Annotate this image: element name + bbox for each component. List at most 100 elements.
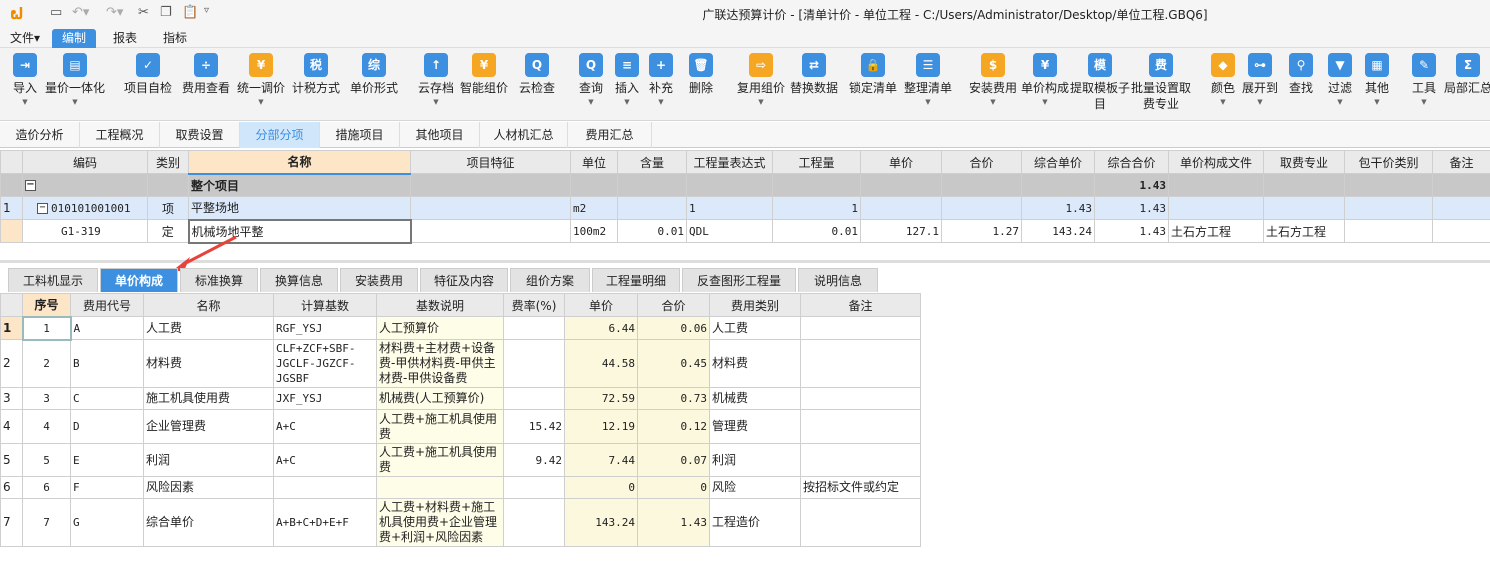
price-cell[interactable]: 12.19 <box>564 409 638 444</box>
toolbar-button-3[interactable]: ÷ 费用查看 <box>176 53 236 96</box>
rate-cell[interactable]: 15.42 <box>503 409 565 444</box>
code-cell[interactable]: −010101001001 <box>22 196 148 220</box>
tab-1[interactable]: 工程概况 <box>80 122 160 148</box>
row-number[interactable]: 1 <box>0 316 23 340</box>
toolbar-button-5[interactable]: 税计税方式 <box>286 53 346 96</box>
seq-cell[interactable]: 2 <box>22 339 71 388</box>
qty-cell[interactable]: 0.01 <box>772 219 861 243</box>
column-header[interactable]: 工程量表达式 <box>686 150 773 174</box>
column-header[interactable]: 含量 <box>617 150 687 174</box>
seq-cell[interactable]: 5 <box>22 443 71 477</box>
bottom-tab-5[interactable]: 特征及内容 <box>420 268 508 292</box>
code-cell[interactable]: E <box>70 443 144 477</box>
category-cell[interactable]: 工程造价 <box>709 498 801 547</box>
name-cell[interactable]: 人工费 <box>143 316 274 340</box>
rate-cell[interactable] <box>503 387 565 410</box>
category-cell[interactable]: 材料费 <box>709 339 801 388</box>
amount-cell[interactable]: 0.73 <box>637 387 710 410</box>
toolbar-button-4[interactable]: ¥ 统一调价 ▼ <box>231 53 291 108</box>
bottom-tab-4[interactable]: 安装费用 <box>340 268 418 292</box>
unit-total-cell[interactable]: 143.24 <box>1021 219 1095 243</box>
row-number[interactable]: 7 <box>0 498 23 547</box>
column-header[interactable]: 费用类别 <box>709 293 801 317</box>
amount-cell[interactable]: 0.07 <box>637 443 710 477</box>
bottom-tab-2[interactable]: 标准换算 <box>180 268 258 292</box>
remark-cell[interactable] <box>800 498 921 547</box>
base-cell[interactable]: A+B+C+D+E+F <box>273 498 377 547</box>
row-number[interactable]: 4 <box>0 409 23 444</box>
toolbar-button-18[interactable]: $ 安装费用 ▼ <box>963 53 1023 108</box>
column-header[interactable]: 计算基数 <box>273 293 377 317</box>
qty-cell[interactable]: 1 <box>772 196 861 220</box>
toolbar-button-21[interactable]: 费批量设置取费专业 <box>1131 53 1191 112</box>
bottom-tab-6[interactable]: 组价方案 <box>510 268 590 292</box>
seq-cell[interactable]: 7 <box>22 498 71 547</box>
remark-cell[interactable] <box>800 443 921 477</box>
tab-2[interactable]: 取费设置 <box>160 122 240 148</box>
table-row[interactable]: 1−010101001001 项平整场地 m2 1 1 1.43 1.43 <box>0 196 1490 220</box>
table-row[interactable]: 5 5 E 利润 A+C 人工费+施工机具使用费 9.42 7.44 0.07 利润 <box>0 443 921 477</box>
name-cell[interactable]: 风险因素 <box>143 476 274 499</box>
name-cell[interactable]: 综合单价 <box>143 498 274 547</box>
menu-index[interactable]: 指标 <box>153 29 197 48</box>
row-number[interactable]: 5 <box>0 443 23 477</box>
toolbar-button-9[interactable]: Q 云检查 <box>507 53 567 96</box>
empty-cell[interactable] <box>1344 219 1433 243</box>
base-desc-cell[interactable]: 机械费(人工预算价) <box>376 387 504 410</box>
table-row[interactable]: 6 6 F 风险因素 0 0 风险 按招标文件或约定 <box>0 476 921 499</box>
base-desc-cell[interactable]: 人工费+施工机具使用费 <box>376 409 504 444</box>
base-cell[interactable] <box>273 476 377 499</box>
seq-cell[interactable]: 1 <box>21 315 72 341</box>
empty-cell[interactable] <box>410 219 571 243</box>
expr-cell[interactable]: QDL <box>686 219 773 243</box>
code-cell[interactable]: B <box>70 339 144 388</box>
remark-cell[interactable]: 按招标文件或约定 <box>800 476 921 499</box>
bottom-tab-1[interactable]: 单价构成 <box>100 268 178 292</box>
code-cell[interactable]: D <box>70 409 144 444</box>
toolbar-button-15[interactable]: ⇄ 替换数据 <box>784 53 844 96</box>
price-cell[interactable]: 7.44 <box>564 443 638 477</box>
amount-cell[interactable]: 0.06 <box>637 316 710 340</box>
column-header[interactable]: 编码 <box>22 150 148 174</box>
base-cell[interactable]: A+C <box>273 409 377 444</box>
table-row[interactable]: 3 3 C 施工机具使用费 JXF_YSJ 机械费(人工预算价) 72.59 0.73 机械费 <box>0 387 921 410</box>
expr-cell[interactable]: 1 <box>686 196 773 220</box>
collapse-icon[interactable]: − <box>37 203 48 214</box>
amount-cell[interactable]: 0 <box>637 476 710 499</box>
base-desc-cell[interactable]: 人工预算价 <box>376 316 504 340</box>
file-cell[interactable]: 土石方工程 <box>1168 219 1264 243</box>
toolbar-button-6[interactable]: 综单价形式 <box>344 53 404 96</box>
base-desc-cell[interactable] <box>376 476 504 499</box>
menu-edit[interactable]: 编制 <box>52 29 97 48</box>
sum-cell[interactable]: 1.27 <box>941 219 1022 243</box>
file-cell[interactable] <box>1168 196 1264 220</box>
seq-cell[interactable]: 4 <box>22 409 71 444</box>
base-desc-cell[interactable]: 材料费+主材费+设备费-甲供材料费-甲供主材费-甲供设备费 <box>376 339 504 388</box>
toolbar-button-20[interactable]: 模提取模板子目 <box>1070 53 1130 112</box>
type-cell[interactable]: 项 <box>147 196 189 220</box>
toolbar-button-17[interactable]: ☰ 整理清单 ▼ <box>898 53 958 108</box>
content-cell[interactable] <box>617 196 687 220</box>
toolbar-button-13[interactable]: 🗑 删除 <box>671 53 731 96</box>
total-cell[interactable]: 1.43 <box>1094 219 1169 243</box>
column-header[interactable]: 综合单价 <box>1021 150 1095 174</box>
code-cell[interactable]: F <box>70 476 144 499</box>
category-cell[interactable]: 利润 <box>709 443 801 477</box>
name-cell[interactable]: 利润 <box>143 443 274 477</box>
row-number[interactable]: 6 <box>0 476 23 499</box>
column-header[interactable]: 费率(%) <box>503 293 565 317</box>
rate-cell[interactable]: 9.42 <box>503 443 565 477</box>
bottom-tab-9[interactable]: 说明信息 <box>798 268 878 292</box>
column-header[interactable]: 名称 <box>188 150 411 175</box>
unit-total-cell[interactable]: 1.43 <box>1021 196 1095 220</box>
sum-cell[interactable] <box>941 196 1022 220</box>
price-cell[interactable]: 127.1 <box>860 219 942 243</box>
name-cell[interactable]: 材料费 <box>143 339 274 388</box>
base-desc-cell[interactable]: 人工费+施工机具使用费 <box>376 443 504 477</box>
menu-file[interactable]: 文件▾ <box>0 29 50 48</box>
base-desc-cell[interactable]: 人工费+材料费+施工机具使用费+企业管理费+利润+风险因素 <box>376 498 504 547</box>
empty-cell[interactable] <box>1432 219 1490 243</box>
category-cell[interactable]: 机械费 <box>709 387 801 410</box>
seq-cell[interactable]: 3 <box>22 387 71 410</box>
collapse-icon[interactable]: − <box>25 180 36 191</box>
